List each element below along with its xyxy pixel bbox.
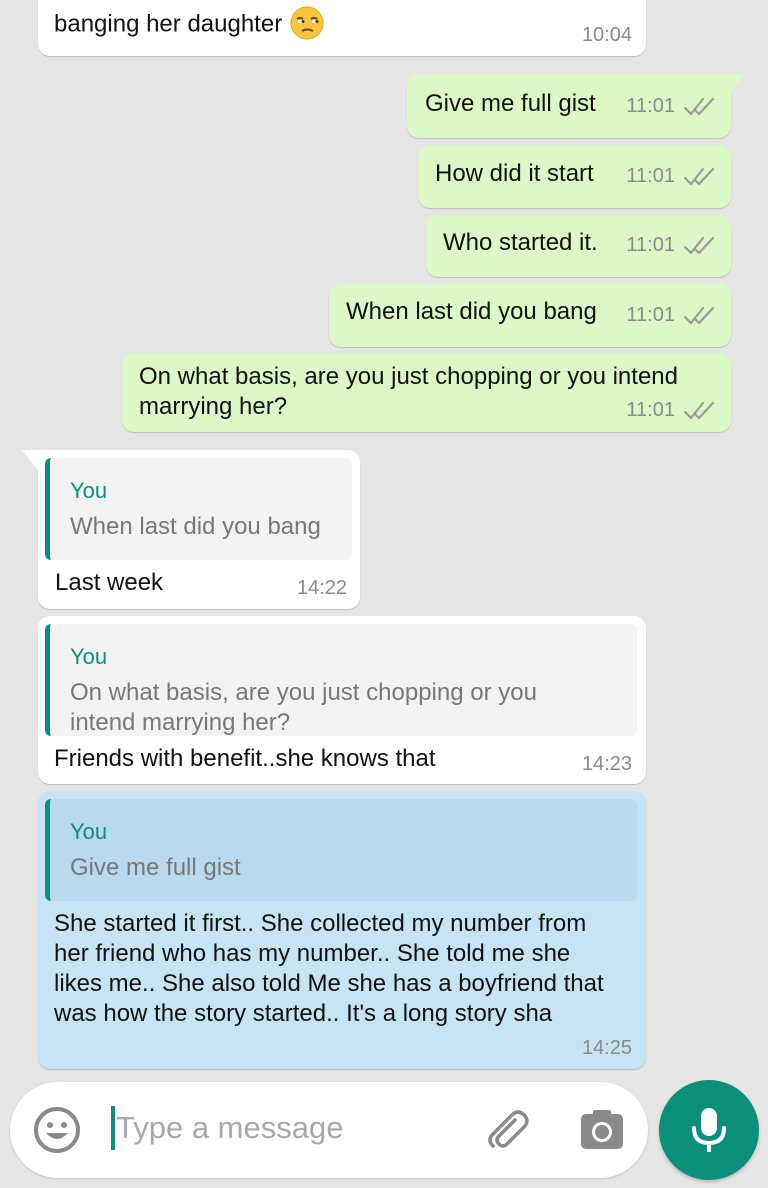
- double-check-icon: [683, 306, 715, 324]
- quoted-author: You: [70, 478, 108, 503]
- message-bubble-outgoing[interactable]: Who started it. 11:01: [426, 215, 731, 277]
- message-time: 11:01: [626, 95, 675, 117]
- message-time: 14:25: [581, 1037, 632, 1059]
- message-text: Friends with benefit..she knows that: [54, 745, 436, 772]
- message-time: 14:23: [581, 753, 632, 775]
- message-time: 14:22: [296, 577, 347, 599]
- microphone-icon: [692, 1108, 726, 1152]
- message-bubble-incoming[interactable]: banging her daughter 10:04: [38, 0, 646, 56]
- message-time: 11:01: [626, 304, 675, 326]
- unamused-face-icon: [290, 6, 324, 40]
- message-text: When last did you bang: [346, 298, 597, 325]
- quoted-text: Give me full gist: [70, 854, 241, 881]
- message-text: banging her daughter: [54, 10, 283, 38]
- message-input[interactable]: Type a message: [116, 1110, 343, 1146]
- quoted-message[interactable]: You Give me full gist: [45, 799, 637, 901]
- bubble-tail: [727, 74, 745, 96]
- message-bubble-outgoing[interactable]: Give me full gist 11:01: [407, 74, 745, 138]
- paperclip-icon[interactable]: [484, 1106, 534, 1156]
- message-bubble-incoming[interactable]: You On what basis, are you just chopping…: [38, 616, 646, 784]
- message-text: Last week: [55, 569, 164, 596]
- chat-area[interactable]: banging her daughter 10:04 Give me full …: [0, 0, 768, 1188]
- camera-icon[interactable]: [578, 1107, 626, 1153]
- message-bubble-outgoing[interactable]: When last did you bang 11:01: [329, 284, 731, 347]
- text-cursor: [111, 1106, 115, 1150]
- message-text: Who started it.: [443, 229, 598, 256]
- double-check-icon: [683, 401, 715, 419]
- message-time: 11:01: [626, 234, 675, 256]
- quoted-text: When last did you bang: [70, 513, 321, 540]
- message-bubble-outgoing[interactable]: On what basis, are you just chopping or …: [122, 353, 731, 432]
- bubble-tail: [22, 450, 38, 470]
- smiley-icon[interactable]: [32, 1105, 82, 1155]
- double-check-icon: [683, 236, 715, 254]
- mic-button[interactable]: [659, 1080, 759, 1180]
- message-text: How did it start: [435, 160, 594, 187]
- quoted-author: You: [70, 644, 108, 669]
- message-text: She started it first.. She collected my …: [54, 910, 604, 1027]
- message-composer: Type a message: [10, 1082, 648, 1178]
- message-bubble-selected[interactable]: You Give me full gist She started it fir…: [38, 791, 646, 1069]
- quoted-message[interactable]: You When last did you bang: [45, 458, 352, 560]
- message-bubble-incoming[interactable]: You When last did you bang Last week 14:…: [22, 450, 360, 609]
- quoted-author: You: [70, 819, 108, 844]
- message-bubble-outgoing[interactable]: How did it start 11:01: [418, 145, 731, 208]
- message-text: Give me full gist: [425, 90, 596, 117]
- message-time: 10:04: [581, 24, 632, 46]
- message-text: On what basis, are you just chopping or …: [139, 363, 678, 420]
- message-time: 11:01: [626, 165, 675, 187]
- double-check-icon: [683, 97, 715, 115]
- quoted-message[interactable]: You On what basis, are you just chopping…: [45, 624, 637, 736]
- message-time: 11:01: [626, 399, 675, 421]
- double-check-icon: [683, 167, 715, 185]
- quoted-text: On what basis, are you just chopping or …: [70, 679, 537, 736]
